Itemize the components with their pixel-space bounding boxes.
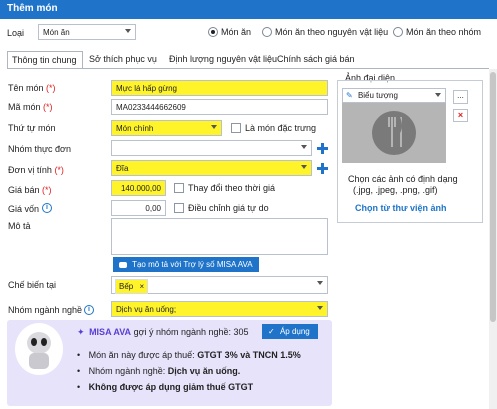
unit-select-value: Đĩa bbox=[116, 164, 129, 173]
image-placeholder[interactable] bbox=[342, 103, 446, 163]
ava-brand: MISA AVA bbox=[89, 327, 132, 337]
type-label: Loại bbox=[7, 28, 25, 38]
special-checkbox[interactable] bbox=[231, 123, 241, 133]
cost-adjust-label: Điều chỉnh giá tự do bbox=[188, 203, 269, 213]
code-input[interactable]: MA0233444662609 bbox=[111, 99, 328, 115]
radio-mon-an-nvl[interactable] bbox=[262, 27, 272, 37]
type-select[interactable]: Món ăn bbox=[38, 24, 136, 40]
info-icon[interactable]: i bbox=[84, 305, 94, 315]
industry-label: Nhóm ngành nghề bbox=[8, 305, 83, 315]
special-label: Là món đặc trưng bbox=[245, 123, 317, 133]
radio-mon-an-label: Món ăn bbox=[221, 27, 252, 37]
radio-mon-an-nvl-label: Món ăn theo nguyên vật liệu bbox=[275, 27, 389, 37]
apply-button[interactable]: ✓ Áp dụng bbox=[262, 324, 318, 339]
industry-select[interactable]: Dịch vụ ăn uống; bbox=[111, 301, 328, 317]
ava-suggestion-panel: ✦ MISA AVA gợi ý nhóm ngành nghề: 305 ✓ … bbox=[7, 320, 332, 406]
ava-mascot-icon bbox=[27, 332, 51, 369]
ava-avatar bbox=[15, 323, 63, 375]
window-title: Thêm món bbox=[0, 0, 497, 19]
radio-mon-an-nhom-label: Món ăn theo nhóm bbox=[406, 27, 482, 37]
image-hint-line2: (.jpg, .jpeg, .png, .gif) bbox=[353, 185, 438, 195]
code-label: Mã món (*) bbox=[8, 102, 53, 112]
type-select-value: Món ăn bbox=[43, 28, 70, 37]
check-icon: ✓ bbox=[268, 327, 275, 336]
name-label: Tên món (*) bbox=[8, 83, 56, 93]
delete-image-icon[interactable]: × bbox=[453, 109, 468, 122]
ava-suggest-text: gợi ý nhóm ngành nghề: 305 bbox=[133, 327, 249, 337]
description-textarea[interactable] bbox=[111, 218, 328, 255]
type-row: Loại Món ăn Món ăn Món ăn theo nguyên vậ… bbox=[0, 19, 497, 45]
menu-group-select[interactable] bbox=[111, 140, 312, 156]
image-library-link[interactable]: Chọn từ thư viện ảnh bbox=[355, 203, 447, 213]
radio-mon-an-nhom[interactable] bbox=[393, 27, 403, 37]
order-label: Thứ tự món bbox=[8, 123, 56, 133]
tab-divider bbox=[7, 68, 489, 69]
image-hint-line1: Chọn các ảnh có định dạng bbox=[348, 174, 458, 184]
price-input[interactable]: 140.000,00 bbox=[111, 180, 166, 196]
misa-ava-description-button[interactable]: Tạo mô tả với Trợ lý số MISA AVA bbox=[113, 257, 259, 272]
dish-icon bbox=[372, 111, 416, 155]
chevron-down-icon bbox=[317, 306, 323, 310]
chevron-down-icon bbox=[125, 29, 131, 33]
icon-select-button[interactable]: ✎ Biểu tượng bbox=[342, 88, 446, 103]
chevron-down-icon bbox=[435, 93, 441, 97]
tab-general[interactable]: Thông tin chung bbox=[7, 51, 83, 69]
chevron-down-icon bbox=[301, 145, 307, 149]
ava-bullet-tax: Món ăn này được áp thuế: GTGT 3% và TNCN… bbox=[77, 350, 301, 360]
add-menu-group-icon[interactable] bbox=[317, 143, 328, 154]
ava-bullet-industry: Nhóm ngành nghề: Dịch vụ ăn uống. bbox=[77, 366, 241, 376]
order-select-value: Món chính bbox=[116, 124, 154, 133]
more-button[interactable]: ... bbox=[453, 90, 468, 104]
tab-ingredient-quantity[interactable]: Định lượng nguyên vật liệu bbox=[165, 51, 278, 69]
cost-adjust-checkbox[interactable] bbox=[174, 203, 184, 213]
price-label: Giá bán (*) bbox=[8, 185, 52, 195]
radio-mon-an[interactable] bbox=[208, 27, 218, 37]
industry-select-value: Dịch vụ ăn uống; bbox=[116, 305, 177, 314]
ava-suggestion-text: ✦ MISA AVA gợi ý nhóm ngành nghề: 305 bbox=[77, 327, 249, 338]
scrollbar-thumb[interactable] bbox=[490, 72, 496, 322]
processing-tag-label: Bếp bbox=[119, 282, 134, 291]
tab-service-preferences[interactable]: Sở thích phục vụ bbox=[85, 51, 165, 69]
misa-ava-description-label: Tạo mô tả với Trợ lý số MISA AVA bbox=[132, 260, 253, 269]
chevron-down-icon bbox=[301, 165, 307, 169]
cost-label: Giá vốn bbox=[8, 204, 40, 214]
chevron-down-icon bbox=[211, 125, 217, 129]
info-icon[interactable]: i bbox=[42, 203, 52, 213]
name-input[interactable]: Mực lá hấp gừng bbox=[111, 80, 328, 96]
menu-group-label: Nhóm thực đơn bbox=[8, 144, 71, 154]
ava-bullet-vat: Không được áp dụng giảm thuế GTGT bbox=[77, 382, 253, 392]
remove-tag-icon[interactable]: × bbox=[139, 282, 144, 291]
price-change-label: Thay đổi theo thời giá bbox=[188, 183, 275, 193]
unit-label: Đơn vị tính (*) bbox=[8, 165, 64, 175]
processing-tag: Bếp × bbox=[115, 279, 149, 294]
apply-button-label: Áp dụng bbox=[279, 327, 310, 336]
order-select[interactable]: Món chính bbox=[111, 120, 222, 136]
pencil-icon: ✎ bbox=[346, 91, 353, 100]
price-change-checkbox[interactable] bbox=[174, 183, 184, 193]
cost-input[interactable]: 0,00 bbox=[111, 200, 166, 216]
robot-icon bbox=[119, 261, 127, 268]
sparkle-icon: ✦ bbox=[77, 327, 85, 337]
add-unit-icon[interactable] bbox=[317, 163, 328, 174]
icon-select-label: Biểu tượng bbox=[357, 91, 398, 100]
tab-pricing-policy[interactable]: Chính sách giá bán bbox=[273, 51, 363, 69]
processing-label: Chế biến tại bbox=[8, 280, 57, 290]
chevron-down-icon bbox=[317, 281, 323, 285]
unit-select[interactable]: Đĩa bbox=[111, 160, 312, 176]
description-label: Mô tả bbox=[8, 221, 31, 231]
